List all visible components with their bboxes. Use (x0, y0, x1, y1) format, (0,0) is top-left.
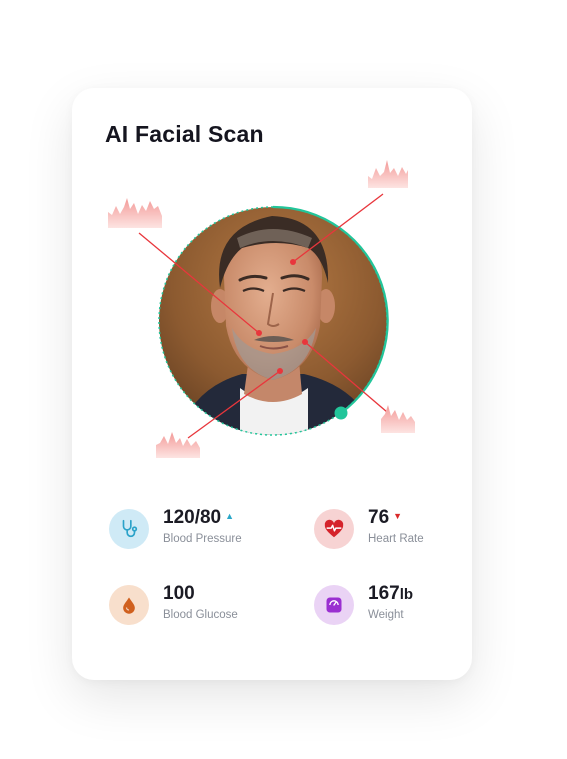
trend-up-icon: ▲ (225, 511, 235, 521)
metric-label: Blood Pressure (163, 533, 242, 545)
portrait-photo (159, 207, 387, 435)
metric-value: 76 ▼ (368, 507, 403, 528)
metric-weight: 167lb Weight (314, 583, 504, 635)
metric-label: Heart Rate (368, 533, 424, 545)
metric-label: Weight (368, 609, 404, 621)
trend-down-icon: ▼ (393, 511, 403, 521)
heart-pulse-icon (314, 509, 354, 549)
metric-unit: lb (399, 586, 414, 603)
scan-progress-handle (334, 406, 348, 420)
metric-label: Blood Glucose (163, 609, 238, 621)
facial-scan-card: AI Facial Scan 120/80 ▲ Blood Pressure 7… (72, 88, 472, 680)
metric-blood-pressure: 120/80 ▲ Blood Pressure (109, 507, 299, 559)
metric-value: 120/80 ▲ (163, 507, 235, 528)
weight-scale-icon (314, 585, 354, 625)
stethoscope-icon (109, 509, 149, 549)
metric-value: 167lb (368, 583, 414, 604)
metric-value: 100 (163, 583, 195, 604)
metric-blood-glucose: 100 Blood Glucose (109, 583, 299, 635)
blood-drop-icon (109, 585, 149, 625)
metric-heart-rate: 76 ▼ Heart Rate (314, 507, 504, 559)
face-scan-visual (108, 160, 415, 458)
